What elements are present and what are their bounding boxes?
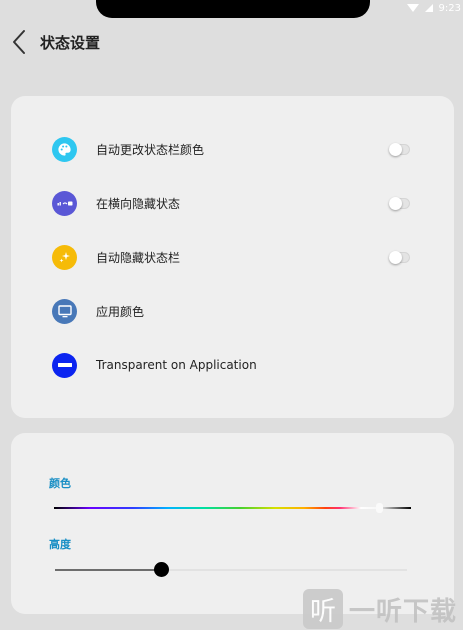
setting-auto-status-color[interactable]: 自动更改状态栏颜色 bbox=[11, 129, 454, 169]
toggle-knob bbox=[389, 250, 402, 264]
settings-card: 自动更改状态栏颜色 在横向隐藏状态 自动隐藏状态栏 应用颜色 Transpare… bbox=[11, 96, 454, 418]
watermark-text: 一听下载 bbox=[349, 596, 458, 627]
setting-label: 在横向隐藏状态 bbox=[96, 196, 181, 211]
height-slider-fill bbox=[55, 569, 161, 571]
monitor-icon bbox=[52, 298, 77, 324]
color-label: 颜色 bbox=[49, 477, 71, 490]
watermark-glyph: 听 bbox=[303, 589, 343, 629]
auto-hide-statusbar-toggle[interactable] bbox=[389, 250, 410, 264]
setting-hide-landscape[interactable]: 在横向隐藏状态 bbox=[11, 183, 454, 223]
toggle-knob bbox=[389, 142, 402, 156]
auto-status-color-toggle[interactable] bbox=[389, 142, 410, 156]
sparkle-icon bbox=[52, 244, 77, 270]
back-button[interactable] bbox=[6, 27, 32, 57]
watermark-logo: 听 一听下载 bbox=[303, 588, 457, 630]
system-status-icons: 9:23 bbox=[406, 2, 463, 14]
setting-transparent-on-app[interactable]: Transparent on Application bbox=[11, 345, 454, 385]
palette-icon bbox=[52, 136, 77, 162]
setting-label: 自动更改状态栏颜色 bbox=[96, 142, 205, 157]
toggle-knob bbox=[389, 196, 402, 210]
setting-label: 自动隐藏状态栏 bbox=[96, 250, 181, 265]
camera-notch bbox=[96, 0, 370, 18]
app-header: 状态设置 bbox=[0, 22, 463, 62]
wifi-icon bbox=[406, 4, 419, 12]
page-title: 状态设置 bbox=[40, 34, 101, 52]
color-slider-handle[interactable] bbox=[375, 503, 383, 513]
height-slider[interactable] bbox=[55, 562, 407, 577]
landscape-status-icon bbox=[52, 190, 77, 216]
hide-landscape-toggle[interactable] bbox=[389, 196, 410, 210]
setting-auto-hide-statusbar[interactable]: 自动隐藏状态栏 bbox=[11, 237, 454, 277]
cell-signal-icon bbox=[424, 4, 433, 12]
minus-circle-icon bbox=[52, 352, 77, 378]
chevron-left-icon bbox=[13, 30, 25, 54]
setting-apply-color[interactable]: 应用颜色 bbox=[11, 291, 454, 331]
color-slider[interactable] bbox=[54, 503, 411, 513]
height-label: 高度 bbox=[49, 538, 71, 551]
status-time: 9:23 bbox=[438, 2, 461, 14]
setting-label: Transparent on Application bbox=[96, 358, 257, 372]
height-slider-thumb[interactable] bbox=[153, 562, 169, 577]
appearance-card: 颜色 高度 bbox=[11, 433, 454, 614]
setting-label: 应用颜色 bbox=[96, 304, 145, 319]
